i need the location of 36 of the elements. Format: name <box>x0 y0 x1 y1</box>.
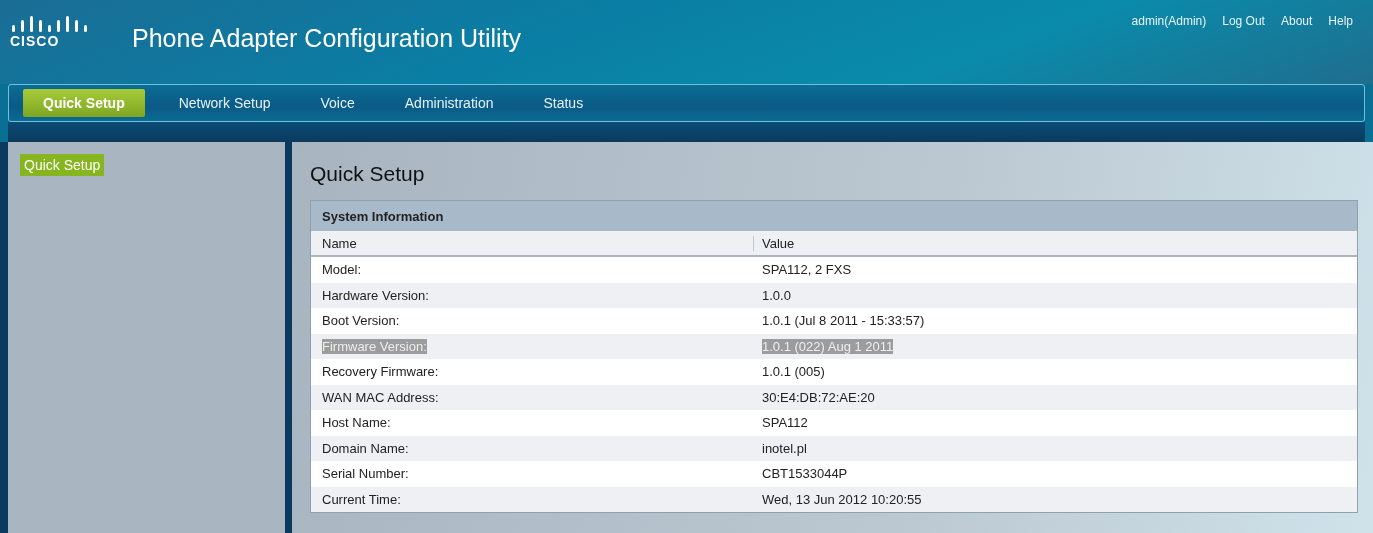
table-title: System Information <box>311 201 1357 231</box>
column-header: Value <box>753 235 1346 251</box>
table-cell: 1.0.1 (022) Aug 1 2011 <box>762 338 894 354</box>
table-cell-text: Domain Name: <box>322 440 410 456</box>
page-title: Quick Setup <box>310 162 426 186</box>
table-cell-text: Recovery Firmware: <box>322 364 440 380</box>
nav-tab[interactable]: Network Setup <box>162 89 287 117</box>
user-link[interactable]: admin(Admin) <box>1131 14 1207 28</box>
table-cell-text: Boot Version: <box>322 313 401 329</box>
header-link[interactable]: About <box>1280 14 1313 28</box>
table-cell-text: Hardware Version: <box>322 287 430 303</box>
table-cell-text: SPA112 <box>762 415 809 431</box>
sidebar-item[interactable]: Quick Setup <box>20 154 105 176</box>
header-link[interactable]: Help <box>1328 14 1353 28</box>
table-cell-text: Host Name: <box>322 415 392 431</box>
table-cell-text: 1.0.1 (Jul 8 2011 - 15:33:57) <box>762 313 926 329</box>
table-cell-text: inotel.pl <box>762 440 808 456</box>
table-cell-text: 1.0.0 <box>762 287 792 303</box>
nav-tab[interactable]: Quick Setup <box>23 89 145 117</box>
app-title: Phone Adapter Configuration Utility <box>132 24 523 53</box>
table-cell-text: Current Time: <box>322 491 402 507</box>
table-cell-text: Serial Number: <box>322 466 410 482</box>
column-header: Name <box>322 235 358 251</box>
table-cell-text: Model: <box>322 262 363 278</box>
table-cell-text: Wed, 13 Jun 2012 10:20:55 <box>762 491 923 507</box>
table-cell: Firmware Version: <box>322 338 427 354</box>
logo-text: CISCO <box>10 33 60 49</box>
header-link[interactable]: Log Out <box>1222 14 1265 28</box>
table-cell-text: 30:E4:DB:72:AE:20 <box>762 389 876 405</box>
table-cell-text: SPA112, 2 FXS <box>762 262 853 278</box>
table-cell-text: 1.0.1 (005) <box>762 364 826 380</box>
nav-tab[interactable]: Administration <box>388 89 510 117</box>
table-cell-text: WAN MAC Address: <box>322 389 440 405</box>
nav-tab[interactable]: Status <box>527 89 600 117</box>
table-cell-text: CBT1533044P <box>762 466 849 482</box>
nav-tab[interactable]: Voice <box>304 89 371 117</box>
